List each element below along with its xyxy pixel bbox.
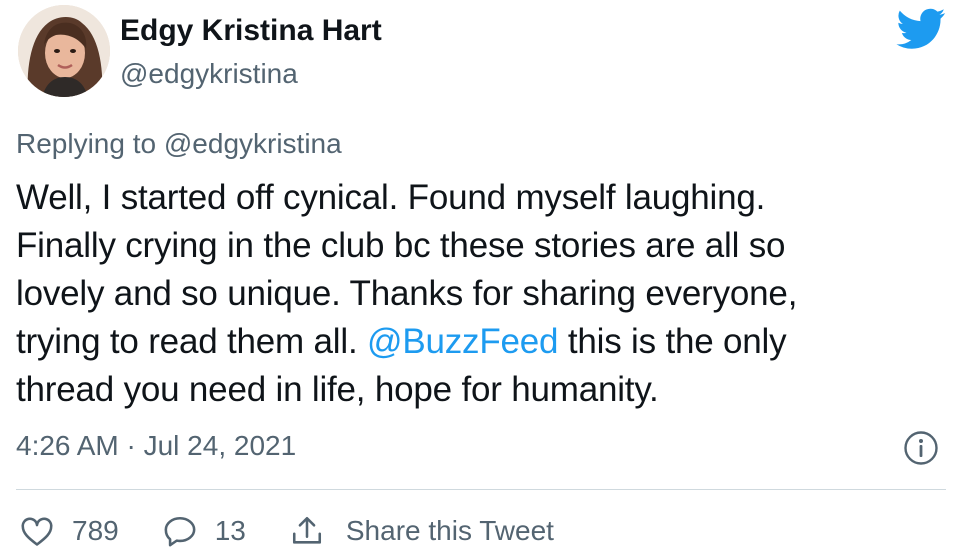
- tweet-timestamp[interactable]: 4:26 AM · Jul 24, 2021: [16, 430, 296, 462]
- tweet-line-2: Finally crying in the club bc these stor…: [16, 226, 786, 265]
- like-count: 789: [72, 515, 119, 546]
- reply-button[interactable]: 13: [163, 515, 246, 547]
- reply-count: 13: [214, 515, 246, 546]
- tweet-line-4-start: trying to read them all.: [16, 322, 367, 361]
- tweet-line-3: lovely and so unique. Thanks for sharing…: [16, 274, 798, 313]
- replying-to: Replying to @edgykristina: [16, 128, 342, 160]
- divider: [16, 489, 946, 490]
- share-label: Share this Tweet: [345, 515, 554, 546]
- tweet-line-4: trying to read them all. @BuzzFeed this …: [16, 318, 946, 366]
- avatar[interactable]: [18, 5, 110, 97]
- author-handle[interactable]: @edgykristina: [120, 58, 298, 90]
- avatar-photo: [18, 5, 110, 97]
- buzzfeed-mention-link[interactable]: @BuzzFeed: [367, 322, 559, 361]
- tweet-card: Edgy Kristina Hart @edgykristina Replyin…: [0, 0, 958, 556]
- share-icon: [292, 516, 321, 544]
- author-display-name[interactable]: Edgy Kristina Hart: [120, 14, 382, 48]
- tweet-line-4-end: this is the only: [558, 322, 787, 361]
- tweet-line-5: thread you need in life, hope for humani…: [16, 370, 659, 409]
- tweet-text: Well, I started off cynical. Found mysel…: [16, 174, 946, 414]
- tweet-line-1: Well, I started off cynical. Found mysel…: [16, 178, 766, 217]
- replying-to-mention[interactable]: @edgykristina: [164, 128, 342, 159]
- replying-prefix: Replying to: [16, 128, 164, 159]
- share-button[interactable]: Share this Tweet: [290, 514, 554, 548]
- heart-icon: [21, 517, 53, 546]
- action-bar: 789 13 Share this Tweet: [20, 510, 598, 552]
- info-icon[interactable]: [903, 430, 939, 466]
- speech-bubble-icon: [164, 516, 196, 547]
- twitter-bird-icon[interactable]: [896, 8, 946, 50]
- like-button[interactable]: 789: [20, 515, 119, 547]
